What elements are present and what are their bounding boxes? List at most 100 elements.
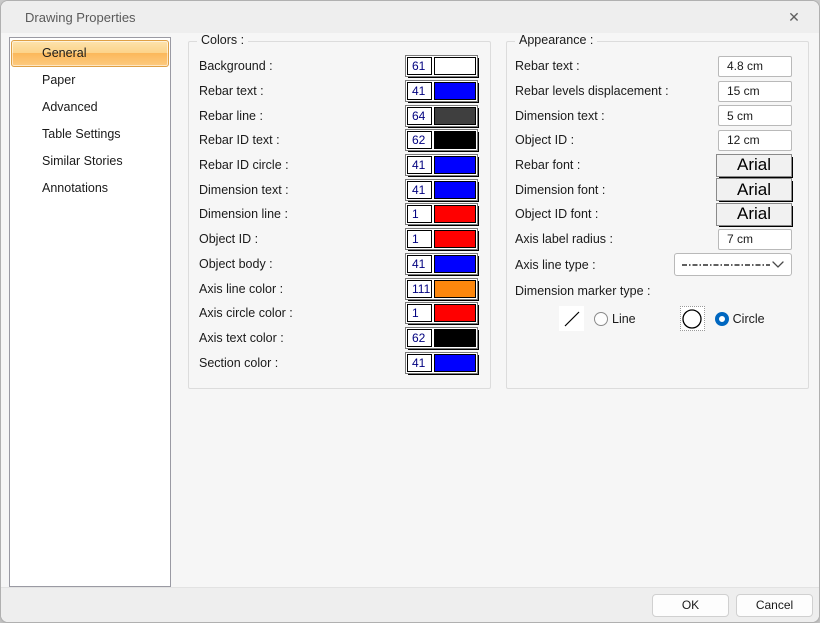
color-number-field[interactable]: 41 (407, 255, 432, 273)
rebar-id-text-color-picker[interactable]: 62 (405, 129, 478, 151)
color-row-label: Background : (199, 59, 273, 73)
dimension-font-button[interactable]: Arial (716, 178, 792, 201)
rebar-font-label: Rebar font : (515, 158, 580, 172)
color-row: Axis circle color : 1 (199, 301, 478, 326)
color-number-field[interactable]: 1 (407, 304, 432, 322)
rebar-text-label: Rebar text : (515, 59, 580, 73)
color-swatch[interactable] (434, 107, 476, 125)
object-id-color-picker[interactable]: 1 (405, 228, 478, 250)
color-swatch[interactable] (434, 280, 476, 298)
color-row-label: Section color : (199, 356, 278, 370)
color-number-field[interactable]: 41 (407, 156, 432, 174)
color-number-field[interactable]: 1 (407, 205, 432, 223)
line-radio-label[interactable]: Line (612, 312, 636, 326)
dimension-line-color-picker[interactable]: 1 (405, 203, 478, 225)
object-id-font-button[interactable]: Arial (716, 203, 792, 226)
appearance-group: Appearance : Rebar text :4.8 cm Rebar le… (506, 41, 809, 389)
color-number-field[interactable]: 64 (407, 107, 432, 125)
color-swatch[interactable] (434, 304, 476, 322)
sidebar-item-paper[interactable]: Paper (11, 67, 169, 94)
color-row: Rebar line : 64 (199, 103, 478, 128)
color-row: Rebar ID circle :41 (199, 153, 478, 178)
color-number-field[interactable]: 41 (407, 354, 432, 372)
axis-circle-color-picker[interactable]: 1 (405, 302, 478, 324)
sidebar-item-advanced[interactable]: Advanced (11, 94, 169, 121)
line-radio-button[interactable] (594, 312, 608, 326)
color-number-field[interactable]: 61 (407, 57, 432, 75)
appearance-row: Dimension font :Arial (515, 177, 792, 202)
sidebar-item-annotations[interactable]: Annotations (11, 175, 169, 202)
object-id-input[interactable]: 12 cm (718, 130, 792, 151)
color-number-field[interactable]: 62 (407, 329, 432, 347)
color-row-label: Axis circle color : (199, 306, 293, 320)
axis-text-color-picker[interactable]: 62 (405, 327, 478, 349)
section-color-picker[interactable]: 41 (405, 352, 478, 374)
color-row: Object ID : 1 (199, 227, 478, 252)
appearance-row: Dimension text : 5 cm (515, 103, 792, 128)
axis-line-type-dropdown[interactable] (674, 253, 792, 276)
axis-label-radius-label: Axis label radius : (515, 232, 613, 246)
circle-marker-preview-icon (680, 306, 705, 331)
dimension-text-color-picker[interactable]: 41 (405, 179, 478, 201)
color-row: Dimension text : 41 (199, 177, 478, 202)
color-swatch[interactable] (434, 205, 476, 223)
color-swatch[interactable] (434, 329, 476, 347)
color-row: Dimension line : 1 (199, 202, 478, 227)
color-row: Section color : 41 (199, 350, 478, 375)
color-number-field[interactable]: 1 (407, 230, 432, 248)
color-number-field[interactable]: 111 (407, 280, 432, 298)
appearance-row: Axis label radius : 7 cm (515, 227, 792, 252)
drawing-properties-dialog: Drawing Properties ✕ General Paper Advan… (0, 0, 820, 623)
object-body-color-picker[interactable]: 41 (405, 253, 478, 275)
sidebar-item-similar-stories[interactable]: Similar Stories (11, 148, 169, 175)
appearance-row: Rebar font : Arial (515, 153, 792, 178)
color-number-field[interactable]: 41 (407, 82, 432, 100)
sidebar-item-table-settings[interactable]: Table Settings (11, 121, 169, 148)
color-row-label: Rebar line : (199, 109, 263, 123)
color-number-field[interactable]: 62 (407, 131, 432, 149)
rebar-text-input[interactable]: 4.8 cm (718, 56, 792, 77)
appearance-row: Axis line type : (515, 252, 792, 278)
colors-group: Colors : Background :61 Rebar text :41 R… (188, 41, 491, 389)
color-row: Axis line color :111 (199, 276, 478, 301)
axis-line-color-picker[interactable]: 111 (405, 278, 478, 300)
dimension-text-input[interactable]: 5 cm (718, 105, 792, 126)
circle-radio-button[interactable] (715, 312, 729, 326)
color-swatch[interactable] (434, 181, 476, 199)
color-swatch[interactable] (434, 131, 476, 149)
background-color-picker[interactable]: 61 (405, 55, 478, 77)
cancel-button[interactable]: Cancel (736, 594, 813, 617)
color-swatch[interactable] (434, 230, 476, 248)
object-id-font-label: Object ID font : (515, 207, 598, 221)
color-row-label: Object ID : (199, 232, 258, 246)
color-swatch[interactable] (434, 255, 476, 273)
rebar-font-button[interactable]: Arial (716, 154, 792, 177)
rebar-text-color-picker[interactable]: 41 (405, 80, 478, 102)
close-icon[interactable]: ✕ (779, 5, 809, 29)
color-swatch[interactable] (434, 82, 476, 100)
rebar-id-circle-color-picker[interactable]: 41 (405, 154, 478, 176)
color-number-field[interactable]: 41 (407, 181, 432, 199)
color-swatch[interactable] (434, 57, 476, 75)
color-row-label: Rebar text : (199, 84, 264, 98)
dimension-text-label: Dimension text : (515, 109, 605, 123)
color-row-label: Dimension line : (199, 207, 288, 221)
chevron-down-icon (772, 261, 784, 269)
axis-label-radius-input[interactable]: 7 cm (718, 229, 792, 250)
dimension-marker-type-label: Dimension marker type : (515, 284, 650, 298)
object-id-label: Object ID : (515, 133, 574, 147)
ok-button[interactable]: OK (652, 594, 729, 617)
appearance-row: Dimension marker type : (515, 278, 792, 304)
rebar-line-color-picker[interactable]: 64 (405, 105, 478, 127)
rebar-levels-displacement-input[interactable]: 15 cm (718, 81, 792, 102)
category-sidebar: General Paper Advanced Table Settings Si… (9, 37, 171, 587)
circle-radio-label[interactable]: Circle (733, 312, 765, 326)
color-swatch[interactable] (434, 354, 476, 372)
color-row: Rebar text : 41 (199, 79, 478, 104)
color-row-label: Dimension text : (199, 183, 289, 197)
sidebar-item-general[interactable]: General (11, 40, 169, 67)
color-swatch[interactable] (434, 156, 476, 174)
appearance-group-title: Appearance : (515, 33, 597, 47)
appearance-row: Rebar text : 4.8 cm (515, 54, 792, 79)
color-row: Rebar ID text :62 (199, 128, 478, 153)
